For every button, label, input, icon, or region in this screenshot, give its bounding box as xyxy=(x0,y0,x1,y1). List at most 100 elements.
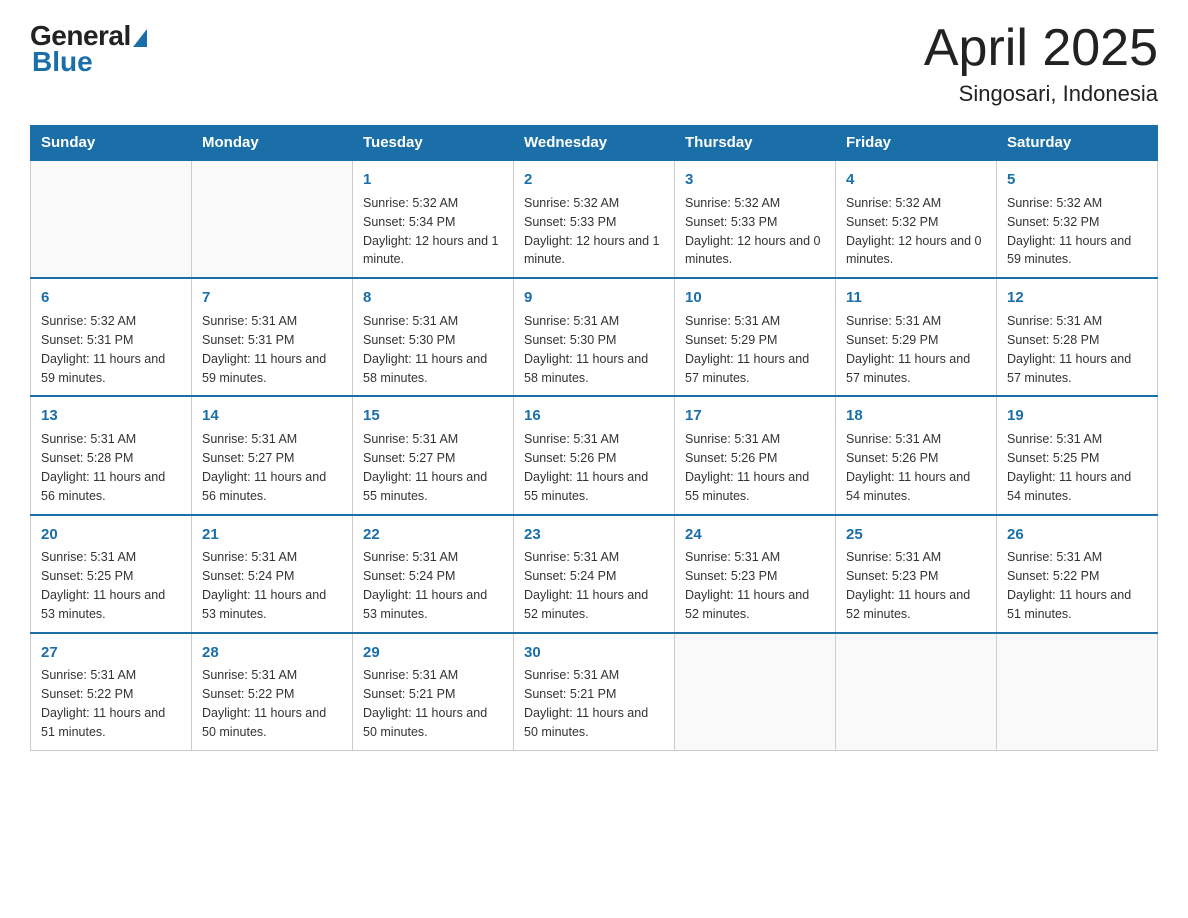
day-number: 19 xyxy=(1007,405,1147,427)
logo-triangle-icon xyxy=(133,29,147,47)
day-info: Sunrise: 5:31 AMSunset: 5:30 PMDaylight:… xyxy=(524,314,648,385)
week-row-1: 1Sunrise: 5:32 AMSunset: 5:34 PMDaylight… xyxy=(31,160,1158,278)
col-wednesday: Wednesday xyxy=(514,126,675,161)
week-row-4: 20 Sunrise: 5:31 AMSunset: 5:25 PMDayligh… xyxy=(31,515,1158,633)
week-row-5: 27 Sunrise: 5:31 AMSunset: 5:22 PMDayligh… xyxy=(31,633,1158,751)
day-info: Sunrise: 5:32 AMSunset: 5:33 PMDaylight:… xyxy=(685,196,821,267)
col-monday: Monday xyxy=(192,126,353,161)
day-info: Sunrise: 5:31 AMSunset: 5:24 PMDaylight:… xyxy=(363,550,487,621)
day-info: Sunrise: 5:31 AMSunset: 5:23 PMDaylight:… xyxy=(685,550,809,621)
day-number: 8 xyxy=(363,287,503,309)
day-info: Sunrise: 5:31 AMSunset: 5:24 PMDaylight:… xyxy=(524,550,648,621)
calendar-cell: 26Sunrise: 5:31 AMSunset: 5:22 PMDayligh… xyxy=(997,515,1158,633)
day-number: 21 xyxy=(202,524,342,546)
calendar-cell: 14 Sunrise: 5:31 AMSunset: 5:27 PMDayligh… xyxy=(192,396,353,514)
day-info: Sunrise: 5:31 AMSunset: 5:22 PMDaylight:… xyxy=(41,668,165,739)
calendar-cell: 18 Sunrise: 5:31 AMSunset: 5:26 PMDayligh… xyxy=(836,396,997,514)
calendar-cell: 9Sunrise: 5:31 AMSunset: 5:30 PMDaylight… xyxy=(514,278,675,396)
col-sunday: Sunday xyxy=(31,126,192,161)
day-number: 17 xyxy=(685,405,825,427)
calendar-cell xyxy=(997,633,1158,751)
calendar-cell: 16 Sunrise: 5:31 AMSunset: 5:26 PMDayligh… xyxy=(514,396,675,514)
day-number: 18 xyxy=(846,405,986,427)
calendar-cell: 3Sunrise: 5:32 AMSunset: 5:33 PMDaylight… xyxy=(675,160,836,278)
day-number: 11 xyxy=(846,287,986,309)
calendar-cell: 27 Sunrise: 5:31 AMSunset: 5:22 PMDayligh… xyxy=(31,633,192,751)
day-number: 20 xyxy=(41,524,181,546)
day-info: Sunrise: 5:31 AMSunset: 5:23 PMDaylight:… xyxy=(846,550,970,621)
calendar-cell: 11 Sunrise: 5:31 AMSunset: 5:29 PMDayligh… xyxy=(836,278,997,396)
day-number: 14 xyxy=(202,405,342,427)
day-number: 10 xyxy=(685,287,825,309)
day-number: 24 xyxy=(685,524,825,546)
day-number: 16 xyxy=(524,405,664,427)
calendar-cell: 4 Sunrise: 5:32 AMSunset: 5:32 PMDaylight… xyxy=(836,160,997,278)
day-number: 25 xyxy=(846,524,986,546)
logo: General Blue xyxy=(30,20,147,78)
day-info: Sunrise: 5:31 AMSunset: 5:29 PMDaylight:… xyxy=(846,314,970,385)
day-number: 26 xyxy=(1007,524,1147,546)
day-info: Sunrise: 5:32 AMSunset: 5:34 PMDaylight:… xyxy=(363,196,499,267)
day-number: 5 xyxy=(1007,169,1147,191)
day-info: Sunrise: 5:32 AMSunset: 5:31 PMDaylight:… xyxy=(41,314,165,385)
day-info: Sunrise: 5:31 AMSunset: 5:27 PMDaylight:… xyxy=(202,432,326,503)
day-number: 13 xyxy=(41,405,181,427)
day-info: Sunrise: 5:31 AMSunset: 5:29 PMDaylight:… xyxy=(685,314,809,385)
day-info: Sunrise: 5:31 AMSunset: 5:21 PMDaylight:… xyxy=(363,668,487,739)
calendar-cell: 12 Sunrise: 5:31 AMSunset: 5:28 PMDayligh… xyxy=(997,278,1158,396)
day-number: 28 xyxy=(202,642,342,664)
week-row-2: 6 Sunrise: 5:32 AMSunset: 5:31 PMDaylight… xyxy=(31,278,1158,396)
day-number: 7 xyxy=(202,287,342,309)
calendar-cell: 5 Sunrise: 5:32 AMSunset: 5:32 PMDaylight… xyxy=(997,160,1158,278)
calendar-cell: 22 Sunrise: 5:31 AMSunset: 5:24 PMDayligh… xyxy=(353,515,514,633)
day-info: Sunrise: 5:31 AMSunset: 5:28 PMDaylight:… xyxy=(1007,314,1131,385)
calendar-cell: 29 Sunrise: 5:31 AMSunset: 5:21 PMDayligh… xyxy=(353,633,514,751)
calendar-cell: 30Sunrise: 5:31 AMSunset: 5:21 PMDayligh… xyxy=(514,633,675,751)
calendar-cell: 13Sunrise: 5:31 AMSunset: 5:28 PMDayligh… xyxy=(31,396,192,514)
calendar-cell: 24 Sunrise: 5:31 AMSunset: 5:23 PMDayligh… xyxy=(675,515,836,633)
week-row-3: 13Sunrise: 5:31 AMSunset: 5:28 PMDayligh… xyxy=(31,396,1158,514)
calendar-cell xyxy=(836,633,997,751)
day-info: Sunrise: 5:32 AMSunset: 5:32 PMDaylight:… xyxy=(1007,196,1131,267)
day-info: Sunrise: 5:31 AMSunset: 5:26 PMDaylight:… xyxy=(524,432,648,503)
page-header: General Blue April 2025 Singosari, Indon… xyxy=(30,20,1158,107)
day-number: 6 xyxy=(41,287,181,309)
day-number: 15 xyxy=(363,405,503,427)
calendar-cell: 2 Sunrise: 5:32 AMSunset: 5:33 PMDaylight… xyxy=(514,160,675,278)
calendar-cell: 21Sunrise: 5:31 AMSunset: 5:24 PMDayligh… xyxy=(192,515,353,633)
calendar-cell xyxy=(192,160,353,278)
calendar-cell: 19 Sunrise: 5:31 AMSunset: 5:25 PMDayligh… xyxy=(997,396,1158,514)
day-info: Sunrise: 5:32 AMSunset: 5:32 PMDaylight:… xyxy=(846,196,982,267)
day-number: 2 xyxy=(524,169,664,191)
day-number: 22 xyxy=(363,524,503,546)
day-number: 12 xyxy=(1007,287,1147,309)
page-title: April 2025 xyxy=(924,20,1158,77)
calendar-cell: 10 Sunrise: 5:31 AMSunset: 5:29 PMDayligh… xyxy=(675,278,836,396)
calendar-cell: 17Sunrise: 5:31 AMSunset: 5:26 PMDayligh… xyxy=(675,396,836,514)
day-number: 23 xyxy=(524,524,664,546)
calendar-cell: 25 Sunrise: 5:31 AMSunset: 5:23 PMDayligh… xyxy=(836,515,997,633)
day-info: Sunrise: 5:31 AMSunset: 5:25 PMDaylight:… xyxy=(1007,432,1131,503)
calendar-header-row: Sunday Monday Tuesday Wednesday Thursday… xyxy=(31,126,1158,161)
col-saturday: Saturday xyxy=(997,126,1158,161)
col-tuesday: Tuesday xyxy=(353,126,514,161)
day-number: 4 xyxy=(846,169,986,191)
day-number: 27 xyxy=(41,642,181,664)
day-info: Sunrise: 5:31 AMSunset: 5:31 PMDaylight:… xyxy=(202,314,326,385)
page-subtitle: Singosari, Indonesia xyxy=(924,81,1158,107)
calendar-cell: 15 Sunrise: 5:31 AMSunset: 5:27 PMDayligh… xyxy=(353,396,514,514)
calendar-cell: 20 Sunrise: 5:31 AMSunset: 5:25 PMDayligh… xyxy=(31,515,192,633)
day-info: Sunrise: 5:31 AMSunset: 5:21 PMDaylight:… xyxy=(524,668,648,739)
day-info: Sunrise: 5:31 AMSunset: 5:25 PMDaylight:… xyxy=(41,550,165,621)
day-info: Sunrise: 5:31 AMSunset: 5:26 PMDaylight:… xyxy=(846,432,970,503)
day-info: Sunrise: 5:31 AMSunset: 5:27 PMDaylight:… xyxy=(363,432,487,503)
col-friday: Friday xyxy=(836,126,997,161)
calendar-cell: 28Sunrise: 5:31 AMSunset: 5:22 PMDayligh… xyxy=(192,633,353,751)
calendar-cell: 6 Sunrise: 5:32 AMSunset: 5:31 PMDaylight… xyxy=(31,278,192,396)
title-section: April 2025 Singosari, Indonesia xyxy=(924,20,1158,107)
day-info: Sunrise: 5:32 AMSunset: 5:33 PMDaylight:… xyxy=(524,196,660,267)
day-number: 29 xyxy=(363,642,503,664)
calendar-cell: 1Sunrise: 5:32 AMSunset: 5:34 PMDaylight… xyxy=(353,160,514,278)
col-thursday: Thursday xyxy=(675,126,836,161)
calendar-cell xyxy=(675,633,836,751)
